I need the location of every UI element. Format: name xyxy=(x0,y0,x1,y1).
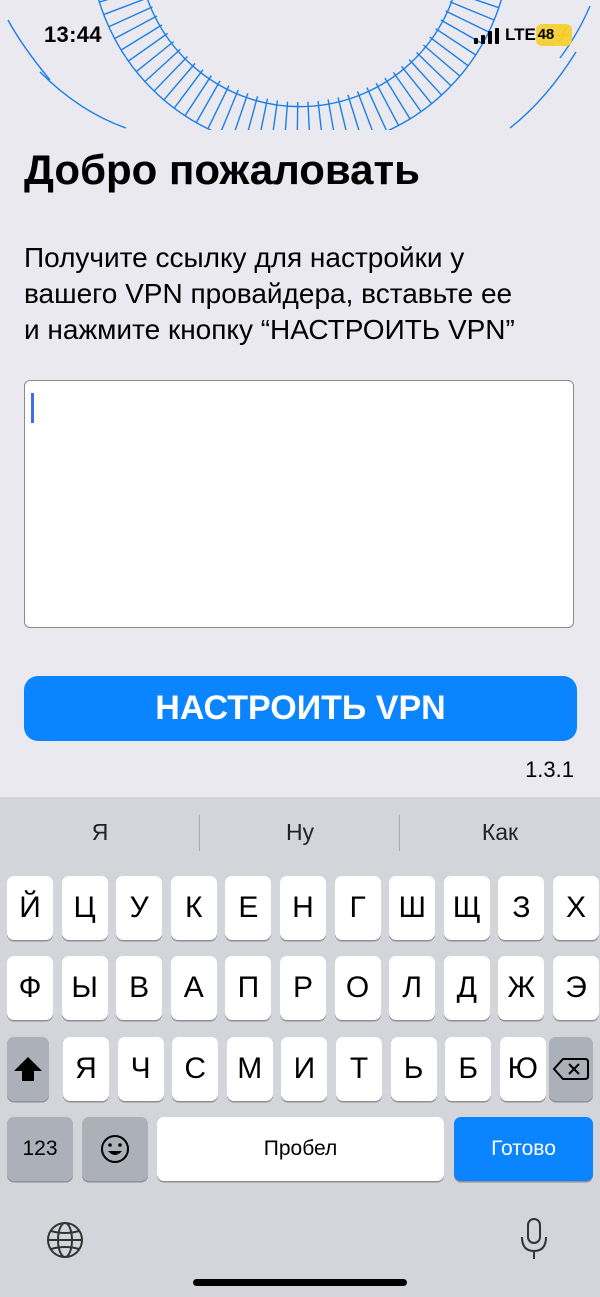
config-link-input[interactable] xyxy=(24,380,574,628)
globe-icon[interactable] xyxy=(46,1221,84,1259)
key[interactable]: Т xyxy=(336,1037,382,1101)
key[interactable]: Ж xyxy=(498,956,545,1020)
instructions-text: Получите ссылку для настройки у вашего V… xyxy=(24,240,584,348)
page-title: Добро пожаловать xyxy=(24,146,420,193)
status-time: 13:44 xyxy=(44,22,102,47)
key[interactable]: Ы xyxy=(61,956,108,1020)
key[interactable]: Б xyxy=(445,1037,492,1101)
home-indicator xyxy=(193,1279,407,1286)
emoji-key[interactable] xyxy=(82,1117,148,1181)
key[interactable]: Л xyxy=(389,956,436,1020)
keyboard: Я Ну Как ЙЦУКЕНГШЩЗХ ФЫВАПРОЛДЖЭ ЯЧСМИТЬ… xyxy=(0,797,600,1297)
key[interactable]: У xyxy=(116,876,163,940)
text-caret xyxy=(31,393,34,423)
charging-bolt-icon: ⚡ xyxy=(554,27,571,42)
key[interactable]: П xyxy=(225,956,272,1020)
instructions-line: и нажмите кнопку “НАСТРОИТЬ VPN” xyxy=(24,314,515,345)
shift-arrow-icon xyxy=(14,1057,42,1081)
microphone-icon[interactable] xyxy=(519,1217,549,1261)
globe-tick xyxy=(173,69,204,109)
globe-tick xyxy=(400,65,433,105)
key[interactable]: И xyxy=(281,1037,328,1101)
key[interactable]: Ф xyxy=(7,956,53,1020)
globe-tick xyxy=(296,101,299,130)
emoji-icon xyxy=(101,1135,129,1163)
globe-tick xyxy=(220,89,239,130)
key[interactable]: С xyxy=(172,1037,219,1101)
done-key[interactable]: Готово xyxy=(454,1117,593,1181)
key[interactable]: Д xyxy=(443,956,490,1020)
globe-tick xyxy=(207,85,230,130)
suggestion-item[interactable]: Ну xyxy=(200,819,400,846)
suggestion-item[interactable]: Я xyxy=(0,819,200,846)
battery-indicator: 48⚡ xyxy=(536,24,572,46)
key[interactable]: Х xyxy=(553,876,599,940)
globe-tick xyxy=(392,71,422,113)
suggestion-item[interactable]: Как xyxy=(400,819,600,846)
key[interactable]: Ч xyxy=(117,1037,164,1101)
setup-vpn-button[interactable]: НАСТРОИТЬ VPN xyxy=(24,676,577,741)
key[interactable]: Й xyxy=(7,876,53,940)
key[interactable]: Э xyxy=(553,956,599,1020)
key[interactable]: Ь xyxy=(390,1037,437,1101)
network-type: LTE xyxy=(505,25,536,44)
key[interactable]: М xyxy=(226,1037,273,1101)
globe-tick xyxy=(347,94,360,130)
globe-tick xyxy=(375,82,400,126)
key[interactable]: Р xyxy=(280,956,326,1020)
globe-tick xyxy=(327,99,335,130)
key[interactable]: Я xyxy=(63,1037,109,1101)
key[interactable]: А xyxy=(170,956,217,1020)
cellular-signal-icon xyxy=(474,28,499,44)
globe-tick xyxy=(247,96,259,130)
key[interactable]: Щ xyxy=(443,876,490,940)
key[interactable]: Ю xyxy=(499,1037,546,1101)
app-version: 1.3.1 xyxy=(525,757,574,782)
screen: 13:44 LTE 48⚡ Добро пожаловать Получите … xyxy=(0,0,600,1297)
numbers-key[interactable]: 123 xyxy=(7,1117,73,1181)
key[interactable]: К xyxy=(170,876,217,940)
shift-key[interactable] xyxy=(7,1037,49,1101)
globe-tick xyxy=(260,98,269,130)
key[interactable]: Ц xyxy=(61,876,108,940)
suggestion-bar: Я Ну Как xyxy=(0,797,600,871)
key[interactable]: Е xyxy=(225,876,272,940)
key[interactable]: Ш xyxy=(389,876,436,940)
space-key[interactable]: Пробел xyxy=(157,1117,444,1181)
globe-tick xyxy=(184,75,212,117)
instructions-line: вашего VPN провайдера, вставьте ее xyxy=(24,278,513,309)
backspace-key[interactable] xyxy=(549,1037,593,1101)
globe-tick xyxy=(384,77,411,120)
globe-tick xyxy=(195,80,221,123)
backspace-icon xyxy=(552,1058,589,1080)
status-bar: 13:44 LTE 48⚡ xyxy=(0,0,600,70)
key[interactable]: Н xyxy=(280,876,326,940)
key[interactable]: В xyxy=(116,956,163,1020)
key[interactable]: Г xyxy=(334,876,381,940)
instructions-line: Получите ссылку для настройки у xyxy=(24,242,465,273)
key[interactable]: О xyxy=(334,956,381,1020)
globe-tick xyxy=(337,97,347,130)
battery-level: 48 xyxy=(537,26,555,43)
key[interactable]: З xyxy=(498,876,545,940)
